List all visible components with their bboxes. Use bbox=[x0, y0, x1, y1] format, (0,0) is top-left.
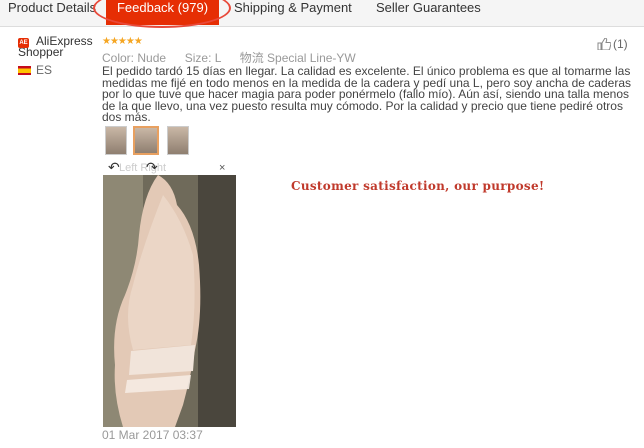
rotate-right-icon[interactable]: ↷ bbox=[146, 160, 158, 174]
reviewer-name: AliExpress Shopper bbox=[18, 34, 93, 59]
helpful-button[interactable]: (1) bbox=[597, 37, 628, 51]
review-thumbnail-selected[interactable] bbox=[133, 126, 159, 155]
rotate-left-icon[interactable]: ↶ bbox=[108, 160, 120, 174]
review-thumbnail[interactable] bbox=[105, 126, 127, 155]
size-value: L bbox=[214, 51, 221, 65]
promo-slogan: Customer satisfaction, our purpose! bbox=[291, 179, 545, 193]
color-label: Color: bbox=[102, 51, 135, 65]
tab-shipping-payment[interactable]: Shipping & Payment bbox=[234, 0, 352, 27]
shipping-label: 物流 bbox=[239, 51, 264, 65]
image-viewer-toolbar: ↶ Left Right ↷ × bbox=[103, 160, 236, 175]
review-date: 01 Mar 2017 03:37 bbox=[102, 428, 203, 442]
reviewer-country: ES bbox=[36, 63, 53, 77]
viewer-label: Left Right bbox=[119, 162, 167, 174]
tab-bar: Product Details Feedback (979) Shipping … bbox=[0, 0, 644, 27]
helpful-count: (1) bbox=[613, 37, 628, 51]
review-thumbnail[interactable] bbox=[167, 126, 189, 155]
color-value: Nude bbox=[137, 51, 167, 65]
rating-stars: ★★★★★ bbox=[102, 36, 143, 47]
tab-seller-guarantees[interactable]: Seller Guarantees bbox=[376, 0, 481, 27]
shipping-value: Special Line-YW bbox=[267, 51, 356, 65]
tab-feedback[interactable]: Feedback (979) bbox=[106, 0, 219, 25]
tab-product-details[interactable]: Product Details bbox=[8, 0, 96, 27]
review-photo-image bbox=[103, 175, 236, 427]
review-photo bbox=[103, 175, 236, 427]
close-icon[interactable]: × bbox=[219, 163, 225, 174]
thumbs-up-icon bbox=[597, 38, 611, 50]
size-label: Size: bbox=[184, 51, 212, 65]
review-text: El pedido tardó 15 días en llegar. La ca… bbox=[102, 64, 632, 124]
spain-flag-icon bbox=[18, 66, 31, 75]
aliexpress-logo-icon: AE bbox=[18, 38, 29, 48]
